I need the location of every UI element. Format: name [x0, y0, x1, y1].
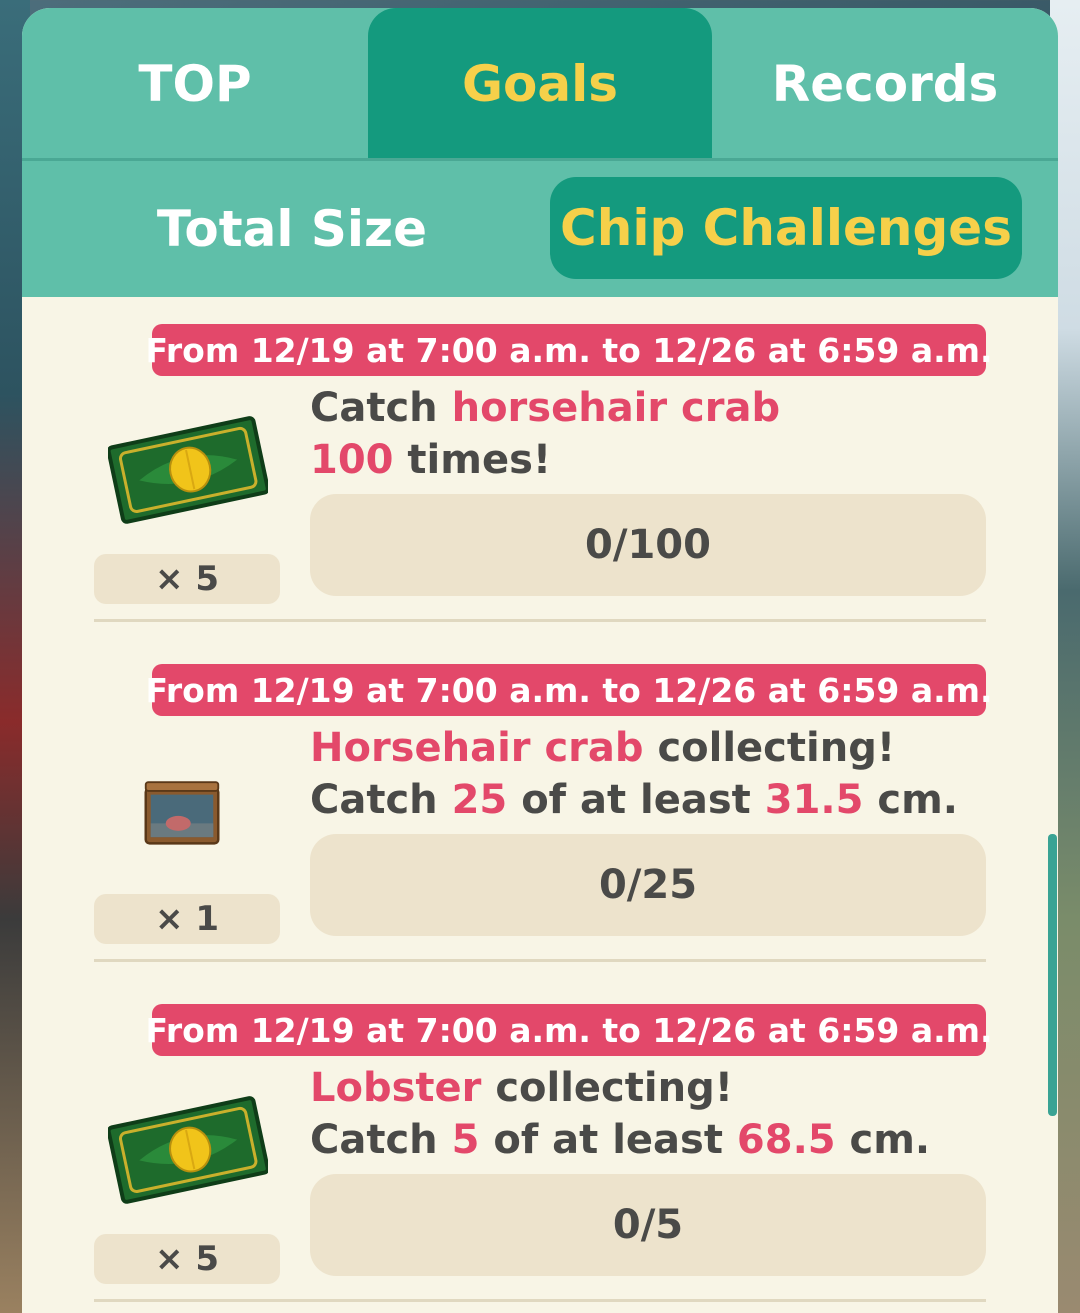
- challenge-description: Horsehair crab collecting! Catch 25 of a…: [310, 722, 1010, 826]
- challenge-line-2: Catch 5 of at least 68.5 cm.: [310, 1117, 931, 1163]
- main-tab-bar: TOP Goals Records: [22, 8, 1058, 161]
- leaf-ticket-icon: [108, 416, 268, 524]
- challenge-description: Lobster collecting! Catch 5 of at least …: [310, 1062, 1010, 1166]
- date-range-banner: From 12/19 at 7:00 a.m. to 12/26 at 6:59…: [145, 324, 993, 376]
- challenge-line-2: 100 times!: [310, 437, 552, 483]
- sub-tab-bar: Total Size Chip Challenges: [22, 161, 1058, 297]
- tab-goals[interactable]: Goals: [368, 8, 712, 160]
- aquarium-tank-icon: [144, 781, 220, 845]
- divider: [94, 619, 986, 622]
- challenge-line-1: Catch horsehair crab: [310, 385, 781, 431]
- tab-records[interactable]: Records: [712, 8, 1058, 160]
- challenge-card: From 12/19 at 7:00 a.m. to 12/26 at 6:59…: [22, 324, 1058, 664]
- progress-bar: 0/25: [310, 834, 986, 936]
- divider: [94, 1299, 986, 1302]
- challenge-line-1: Lobster collecting!: [310, 1065, 733, 1111]
- subtab-chip-challenges[interactable]: Chip Challenges: [550, 177, 1022, 279]
- subtab-total-size[interactable]: Total Size: [92, 175, 492, 283]
- scroll-indicator[interactable]: [1048, 834, 1057, 1116]
- goals-panel: TOP Goals Records Total Size Chip Challe…: [22, 8, 1058, 1313]
- challenge-line-1: Horsehair crab collecting!: [310, 725, 896, 771]
- reward-quantity: × 5: [94, 554, 280, 604]
- reward-quantity: × 5: [94, 1234, 280, 1284]
- challenge-line-2: Catch 25 of at least 31.5 cm.: [310, 777, 958, 823]
- reward-quantity: × 1: [94, 894, 280, 944]
- date-range-banner: From 12/19 at 7:00 a.m. to 12/26 at 6:59…: [145, 664, 993, 716]
- progress-bar: 0/100: [310, 494, 986, 596]
- challenge-card: From 12/19 at 7:00 a.m. to 12/26 at 6:59…: [22, 1004, 1058, 1313]
- leaf-ticket-icon: [108, 1096, 268, 1204]
- tab-top[interactable]: TOP: [22, 8, 368, 160]
- divider: [94, 959, 986, 962]
- challenge-card: From 12/19 at 7:00 a.m. to 12/26 at 6:59…: [22, 664, 1058, 1004]
- date-range-banner: From 12/19 at 7:00 a.m. to 12/26 at 6:59…: [145, 1004, 993, 1056]
- challenge-description: Catch horsehair crab 100 times!: [310, 382, 1010, 486]
- progress-bar: 0/5: [310, 1174, 986, 1276]
